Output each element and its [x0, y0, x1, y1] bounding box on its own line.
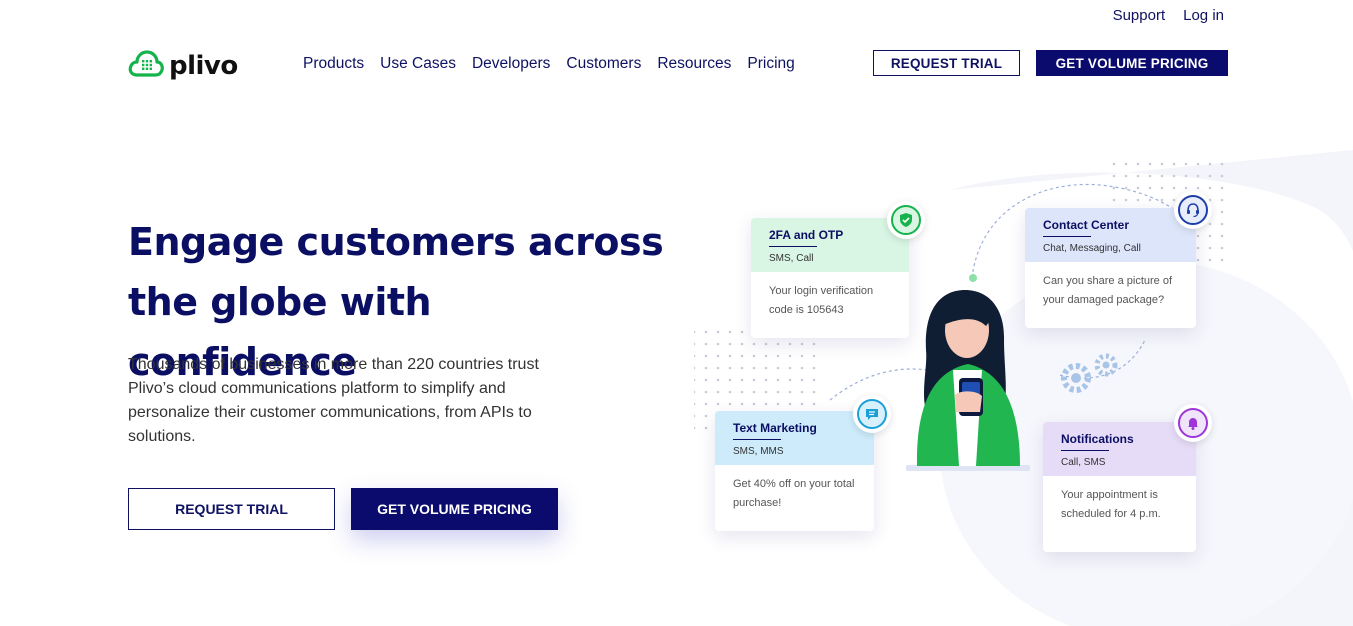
- text-marketing-card-header: Text Marketing SMS, MMS: [715, 411, 874, 465]
- volume-pricing-button[interactable]: GET VOLUME PRICING: [351, 488, 558, 530]
- plivo-logo[interactable]: plivo: [128, 48, 238, 83]
- notifications-card: Notifications Call, SMS Your appointment…: [1043, 422, 1196, 552]
- text-marketing-card-channels: SMS, MMS: [733, 446, 784, 457]
- nav-use-cases[interactable]: Use Cases: [380, 55, 456, 73]
- text-marketing-card-title: Text Marketing: [733, 421, 817, 435]
- otp-card-header: 2FA and OTP SMS, Call: [751, 218, 909, 272]
- header-request-trial-button[interactable]: REQUEST TRIAL: [873, 50, 1020, 76]
- notifications-card-title: Notifications: [1061, 432, 1134, 446]
- card-underline: [1061, 450, 1109, 451]
- text-marketing-card: Text Marketing SMS, MMS Get 40% off on y…: [715, 411, 874, 531]
- contact-center-card-header: Contact Center Chat, Messaging, Call: [1025, 208, 1196, 262]
- otp-card-channels: SMS, Call: [769, 253, 814, 264]
- nav-pricing[interactable]: Pricing: [747, 55, 794, 73]
- hero-description: Thousands of businesses in more than 220…: [128, 356, 539, 445]
- headset-icon: [1174, 191, 1212, 229]
- nav-customers[interactable]: Customers: [566, 55, 641, 73]
- site-header: plivo Products Use Cases Developers Cust…: [128, 46, 1228, 82]
- card-underline: [1043, 236, 1091, 237]
- contact-center-card-message: Can you share a picture of your damaged …: [1043, 275, 1173, 306]
- card-underline: [769, 246, 817, 247]
- request-trial-button[interactable]: REQUEST TRIAL: [128, 488, 335, 530]
- brand-name: plivo: [169, 50, 238, 81]
- login-link[interactable]: Log in: [1183, 7, 1224, 24]
- notifications-card-message: Your appointment is scheduled for 4 p.m.: [1061, 489, 1161, 520]
- cloud-logo-icon: [128, 48, 164, 83]
- notifications-card-header: Notifications Call, SMS: [1043, 422, 1196, 476]
- otp-card-title: 2FA and OTP: [769, 228, 844, 242]
- nav-products[interactable]: Products: [303, 55, 364, 73]
- support-link[interactable]: Support: [1113, 7, 1166, 24]
- top-utility-bar: Support Log in: [1113, 7, 1224, 24]
- contact-center-card: Contact Center Chat, Messaging, Call Can…: [1025, 208, 1196, 328]
- hero-illustration: 2FA and OTP SMS, Call Your login verific…: [680, 150, 1353, 626]
- contact-center-card-title: Contact Center: [1043, 218, 1130, 232]
- contact-center-card-channels: Chat, Messaging, Call: [1043, 243, 1141, 254]
- header-volume-pricing-button[interactable]: GET VOLUME PRICING: [1036, 50, 1228, 76]
- otp-card: 2FA and OTP SMS, Call Your login verific…: [751, 218, 909, 338]
- card-underline: [733, 439, 781, 440]
- nav-developers[interactable]: Developers: [472, 55, 550, 73]
- notifications-card-channels: Call, SMS: [1061, 457, 1106, 468]
- main-nav: Products Use Cases Developers Customers …: [303, 55, 811, 73]
- bell-icon: [1174, 404, 1212, 442]
- text-marketing-card-message: Get 40% off on your total purchase!: [733, 478, 855, 509]
- chat-bubble-icon: [853, 395, 891, 433]
- otp-card-message: Your login verification code is 105643: [769, 285, 874, 316]
- shield-check-icon: [887, 201, 925, 239]
- nav-resources[interactable]: Resources: [657, 55, 731, 73]
